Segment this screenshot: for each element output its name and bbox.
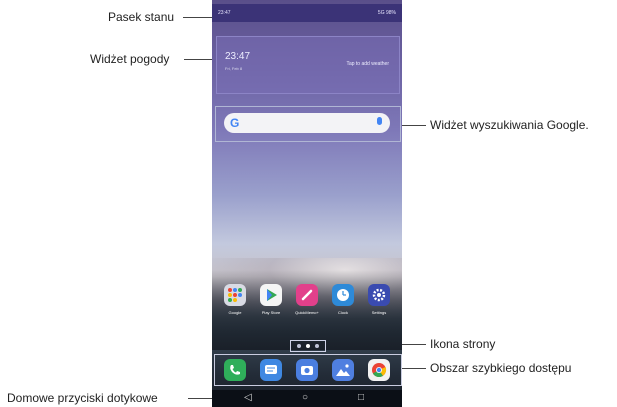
weather-hint[interactable]: Tap to add weather (346, 61, 389, 67)
gallery-icon[interactable] (332, 359, 354, 381)
status-indicators: 5G 98% (377, 10, 396, 16)
app-google-folder[interactable]: Google (217, 284, 253, 315)
messages-icon[interactable] (260, 359, 282, 381)
callout-quick-access: Obszar szybkiego dostępu (430, 361, 572, 375)
page-dot (297, 344, 301, 348)
page-indicator[interactable] (290, 340, 326, 352)
settings-gear-icon (368, 284, 390, 306)
leader-line (400, 368, 426, 369)
leader-line (183, 17, 212, 18)
play-store-icon (260, 284, 282, 306)
weather-date: Fri, Feb 8 (225, 66, 243, 71)
app-label: QuickMemo+ (295, 310, 319, 315)
app-label: Google (228, 310, 242, 315)
app-settings[interactable]: Settings (361, 284, 397, 315)
phone-home-screen: 23:47 5G 98% 23:47 Fri, Feb 8 Tap to add… (212, 0, 402, 407)
app-play-store[interactable]: Play Store (253, 284, 289, 315)
app-clock[interactable]: Clock (325, 284, 361, 315)
app-label: Clock (337, 310, 348, 315)
page-dot (306, 344, 310, 348)
google-search-bar[interactable]: G (224, 113, 390, 133)
callout-page-icon: Ikona strony (430, 337, 496, 351)
app-label: Play Store (261, 310, 281, 315)
page-dot (315, 344, 319, 348)
clock-icon (332, 284, 354, 306)
quickmemo-icon (296, 284, 318, 306)
callout-google-search-widget: Widżet wyszukiwania Google. (430, 118, 589, 132)
callout-status-bar: Pasek stanu (108, 10, 175, 24)
leader-line (400, 125, 426, 126)
leader-line (184, 59, 212, 60)
app-row: Google Play Store QuickMemo+ Clock Setti… (212, 284, 402, 324)
phone-icon[interactable] (224, 359, 246, 381)
leader-line (188, 398, 212, 399)
navigation-bar: ◁ ○ □ (212, 390, 402, 407)
app-quickmemo[interactable]: QuickMemo+ (289, 284, 325, 315)
callout-home-touch-buttons: Domowe przyciski dotykowe (7, 391, 158, 405)
weather-widget[interactable]: 23:47 Fri, Feb 8 Tap to add weather (216, 36, 400, 94)
chrome-icon[interactable] (368, 359, 390, 381)
microphone-icon[interactable] (377, 117, 382, 125)
status-bar[interactable]: 23:47 5G 98% (212, 4, 402, 22)
recent-apps-button[interactable]: □ (358, 392, 364, 403)
callout-weather-widget: Widżet pogody (90, 52, 170, 66)
home-button[interactable]: ○ (302, 392, 308, 403)
app-label: Settings (371, 310, 387, 315)
weather-time: 23:47 (225, 51, 251, 62)
google-folder-icon (224, 284, 246, 306)
google-logo-icon: G (230, 116, 240, 130)
status-time: 23:47 (218, 10, 231, 16)
camera-icon[interactable] (296, 359, 318, 381)
quick-access-dock (214, 354, 402, 386)
back-button[interactable]: ◁ (244, 392, 252, 403)
